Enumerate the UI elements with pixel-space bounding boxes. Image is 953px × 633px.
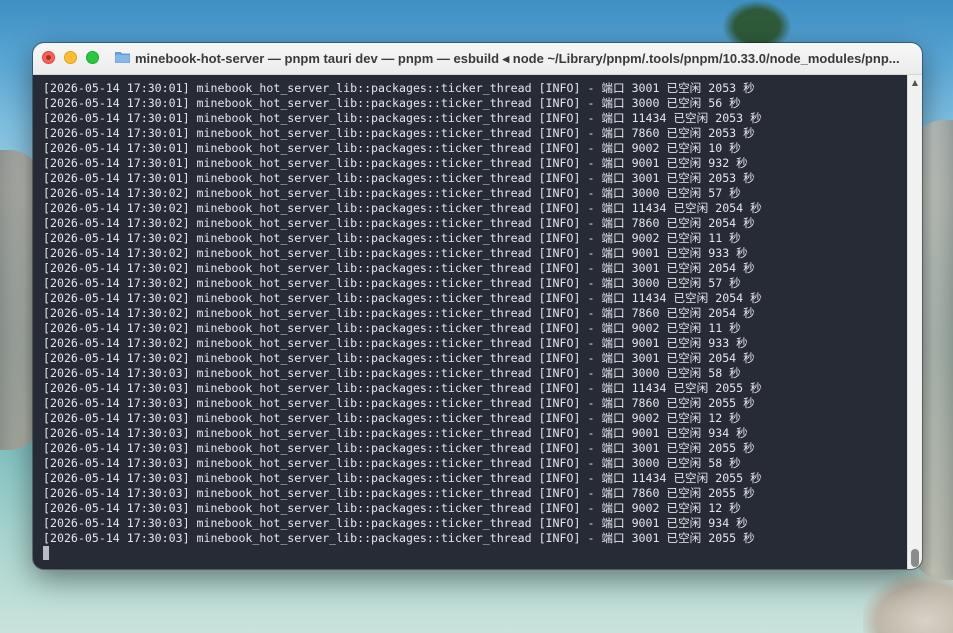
terminal-line: [2026-05-14 17:30:03] minebook_hot_serve… — [43, 366, 741, 380]
terminal-line: [2026-05-14 17:30:03] minebook_hot_serve… — [43, 531, 755, 545]
terminal-window[interactable]: minebook-hot-server — pnpm tauri dev — p… — [33, 43, 922, 569]
terminal-line: [2026-05-14 17:30:03] minebook_hot_serve… — [43, 396, 755, 410]
terminal-line: [2026-05-14 17:30:02] minebook_hot_serve… — [43, 231, 741, 245]
terminal-line: [2026-05-14 17:30:02] minebook_hot_serve… — [43, 216, 755, 230]
terminal-line: [2026-05-14 17:30:01] minebook_hot_serve… — [43, 81, 755, 95]
terminal-line: [2026-05-14 17:30:01] minebook_hot_serve… — [43, 141, 741, 155]
desktop-rock-bottom — [863, 573, 953, 633]
terminal-line: [2026-05-14 17:30:03] minebook_hot_serve… — [43, 441, 755, 455]
terminal-line: [2026-05-14 17:30:01] minebook_hot_serve… — [43, 111, 762, 125]
terminal-line: [2026-05-14 17:30:03] minebook_hot_serve… — [43, 381, 762, 395]
folder-icon — [115, 52, 130, 63]
terminal-line: [2026-05-14 17:30:02] minebook_hot_serve… — [43, 321, 741, 335]
terminal-output[interactable]: [2026-05-14 17:30:01] minebook_hot_serve… — [33, 75, 907, 569]
terminal-line: [2026-05-14 17:30:02] minebook_hot_serve… — [43, 246, 748, 260]
terminal-line: [2026-05-14 17:30:03] minebook_hot_serve… — [43, 471, 762, 485]
terminal-line: [2026-05-14 17:30:02] minebook_hot_serve… — [43, 186, 741, 200]
scroll-up-icon[interactable]: ▲ — [911, 79, 919, 87]
terminal-scrollbar[interactable]: ▲ — [907, 75, 922, 569]
window-titlebar[interactable]: minebook-hot-server — pnpm tauri dev — p… — [33, 43, 922, 75]
terminal-line: [2026-05-14 17:30:02] minebook_hot_serve… — [43, 201, 762, 215]
close-icon[interactable] — [42, 51, 55, 64]
terminal-line: [2026-05-14 17:30:03] minebook_hot_serve… — [43, 456, 741, 470]
terminal-line: [2026-05-14 17:30:02] minebook_hot_serve… — [43, 291, 762, 305]
terminal-line: [2026-05-14 17:30:01] minebook_hot_serve… — [43, 96, 741, 110]
terminal-line: [2026-05-14 17:30:02] minebook_hot_serve… — [43, 336, 748, 350]
terminal-line: [2026-05-14 17:30:03] minebook_hot_serve… — [43, 516, 748, 530]
terminal-line: [2026-05-14 17:30:02] minebook_hot_serve… — [43, 306, 755, 320]
minimize-icon[interactable] — [64, 51, 77, 64]
terminal-line: [2026-05-14 17:30:01] minebook_hot_serve… — [43, 126, 755, 140]
terminal-line: [2026-05-14 17:30:03] minebook_hot_serve… — [43, 426, 748, 440]
desktop-tree — [722, 0, 792, 44]
terminal-line: [2026-05-14 17:30:01] minebook_hot_serve… — [43, 171, 755, 185]
terminal-line: [2026-05-14 17:30:03] minebook_hot_serve… — [43, 486, 755, 500]
window-title: minebook-hot-server — pnpm tauri dev — p… — [135, 51, 900, 66]
terminal-line: [2026-05-14 17:30:02] minebook_hot_serve… — [43, 276, 741, 290]
zoom-icon[interactable] — [86, 51, 99, 64]
terminal-line: [2026-05-14 17:30:02] minebook_hot_serve… — [43, 261, 755, 275]
terminal-line: [2026-05-14 17:30:03] minebook_hot_serve… — [43, 501, 741, 515]
terminal-line: [2026-05-14 17:30:03] minebook_hot_serve… — [43, 411, 741, 425]
terminal-line: [2026-05-14 17:30:02] minebook_hot_serve… — [43, 351, 755, 365]
scrollbar-thumb[interactable] — [911, 549, 919, 567]
terminal-line: [2026-05-14 17:30:01] minebook_hot_serve… — [43, 156, 748, 170]
terminal-cursor — [43, 546, 49, 560]
